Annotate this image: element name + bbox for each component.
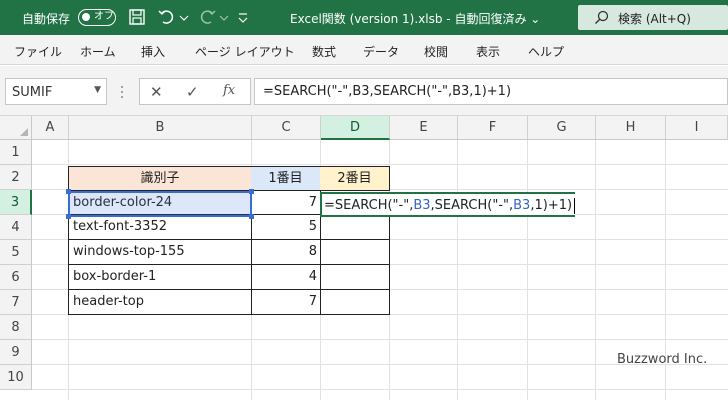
redo-icon[interactable]	[196, 6, 218, 28]
menu-help[interactable]: ヘルプ	[528, 43, 564, 60]
row-header-1[interactable]: 1	[0, 140, 32, 165]
table-cell-second[interactable]	[320, 290, 390, 315]
menu-data[interactable]: データ	[363, 43, 399, 60]
gridline	[457, 140, 458, 400]
cancel-icon[interactable]: ✕	[150, 83, 163, 101]
column-header-f[interactable]: F	[458, 116, 528, 140]
row-header-9[interactable]: 9	[0, 340, 32, 365]
row-header-4[interactable]: 4	[0, 215, 32, 240]
active-cell-editor[interactable]: =SEARCH("-",B3,SEARCH("-",B3,1)+1)	[320, 192, 576, 217]
table-cell-first[interactable]: 8	[251, 240, 321, 265]
chevron-down-icon[interactable]: ▼	[94, 85, 101, 95]
name-box[interactable]: SUMIF ▼	[5, 78, 107, 105]
table-cell-first[interactable]: 7	[251, 290, 321, 315]
document-title[interactable]: Excel関数 (version 1).xlsb - 自動回復済み ⌄	[290, 10, 540, 27]
formula-text: =SEARCH("-",B3,SEARCH("-",B3,1)+1)	[263, 84, 512, 99]
gridline	[32, 164, 728, 165]
search-box[interactable]: 検索 (Alt+Q)	[578, 5, 728, 30]
table-cell-second[interactable]	[320, 240, 390, 265]
row-header-3[interactable]: 3	[0, 190, 32, 215]
ribbon-menu: ファイル ホーム 挿入 ページ レイアウト 数式 データ 校閲 表示 ヘルプ	[0, 35, 728, 65]
autosave-state: オフ	[94, 11, 114, 22]
gridline	[32, 339, 728, 340]
menu-page-layout[interactable]: ページ レイアウト	[195, 43, 295, 60]
name-box-value: SUMIF	[12, 85, 53, 100]
menu-view[interactable]: 表示	[476, 43, 500, 60]
table-cell-first[interactable]: 5	[251, 215, 321, 240]
title-bar: 自動保存 オフ Excel関数 (version 1).xlsb - 自動回復済…	[0, 0, 728, 35]
toggle-knob	[82, 13, 90, 21]
gridline	[32, 389, 728, 390]
range-handle[interactable]	[66, 214, 71, 219]
watermark: Buzzword Inc.	[617, 352, 708, 367]
header-cell-identifier[interactable]: 識別子	[68, 166, 252, 191]
table-cell-identifier[interactable]: windows-top-155	[68, 240, 252, 265]
formula-bar: SUMIF ▼ ✕ ✓ fx =SEARCH("-",B3,SEARCH("-"…	[0, 66, 728, 116]
range-handle[interactable]	[249, 214, 254, 219]
table-cell-identifier[interactable]: box-border-1	[68, 265, 252, 290]
text-cursor	[574, 197, 576, 214]
formula-part: =SEARCH("-",	[324, 198, 414, 213]
formula-part: ,1)+1)	[530, 198, 573, 213]
insert-function-icon[interactable]: fx	[223, 83, 235, 98]
gridline	[527, 140, 528, 400]
referenced-cell-highlight	[68, 191, 252, 217]
formula-reference: B3	[513, 198, 531, 213]
row-header-6[interactable]: 6	[0, 265, 32, 290]
table-cell-identifier[interactable]: text-font-3352	[68, 215, 252, 240]
formula-buttons: ✕ ✓ fx	[139, 78, 251, 105]
autosave-label: 自動保存	[22, 12, 71, 26]
table-cell-identifier[interactable]: header-top	[68, 290, 252, 315]
row-header-8[interactable]: 8	[0, 315, 32, 340]
row-header-2[interactable]: 2	[0, 165, 32, 190]
column-header-i[interactable]: I	[666, 116, 728, 140]
undo-dropdown-icon[interactable]	[178, 6, 190, 28]
column-header-g[interactable]: G	[528, 116, 596, 140]
table-cell-first[interactable]: 7	[251, 190, 321, 215]
redo-dropdown-icon[interactable]	[218, 6, 230, 28]
column-header-c[interactable]: C	[252, 116, 321, 140]
menu-formulas[interactable]: 数式	[312, 43, 336, 60]
menu-review[interactable]: 校閲	[424, 43, 448, 60]
range-handle[interactable]	[66, 189, 71, 194]
search-placeholder: 検索 (Alt+Q)	[618, 12, 691, 26]
menu-insert[interactable]: 挿入	[141, 43, 165, 60]
column-header-a[interactable]: A	[32, 116, 69, 140]
column-header-d[interactable]: D	[321, 116, 390, 140]
column-header-e[interactable]: E	[390, 116, 458, 140]
formula-input[interactable]: =SEARCH("-",B3,SEARCH("-",B3,1)+1)	[254, 78, 728, 105]
row-header-10[interactable]: 10	[0, 365, 32, 390]
header-cell-first[interactable]: 1番目	[251, 166, 321, 191]
column-header-b[interactable]: B	[69, 116, 252, 140]
customize-toolbar-icon[interactable]	[236, 6, 250, 28]
gridline	[595, 140, 596, 400]
menu-home[interactable]: ホーム	[80, 43, 116, 60]
menu-file[interactable]: ファイル	[14, 43, 62, 60]
select-all-button[interactable]	[0, 116, 32, 140]
undo-icon[interactable]	[156, 6, 178, 28]
table-cell-first[interactable]: 4	[251, 265, 321, 290]
column-header-h[interactable]: H	[596, 116, 666, 140]
enter-icon[interactable]: ✓	[186, 83, 199, 101]
header-cell-second[interactable]: 2番目	[320, 166, 390, 191]
save-icon[interactable]	[126, 6, 148, 28]
search-icon	[595, 10, 609, 24]
formula-reference: B3	[413, 198, 431, 213]
formula-part: ,SEARCH("-",	[430, 198, 514, 213]
table-cell-second[interactable]	[320, 265, 390, 290]
row-header-5[interactable]: 5	[0, 240, 32, 265]
drag-handle-icon[interactable]	[120, 84, 124, 100]
autosave-toggle[interactable]: オフ	[78, 9, 116, 26]
table-cell-second[interactable]	[320, 215, 390, 240]
row-header-7[interactable]: 7	[0, 290, 32, 315]
range-handle[interactable]	[249, 189, 254, 194]
